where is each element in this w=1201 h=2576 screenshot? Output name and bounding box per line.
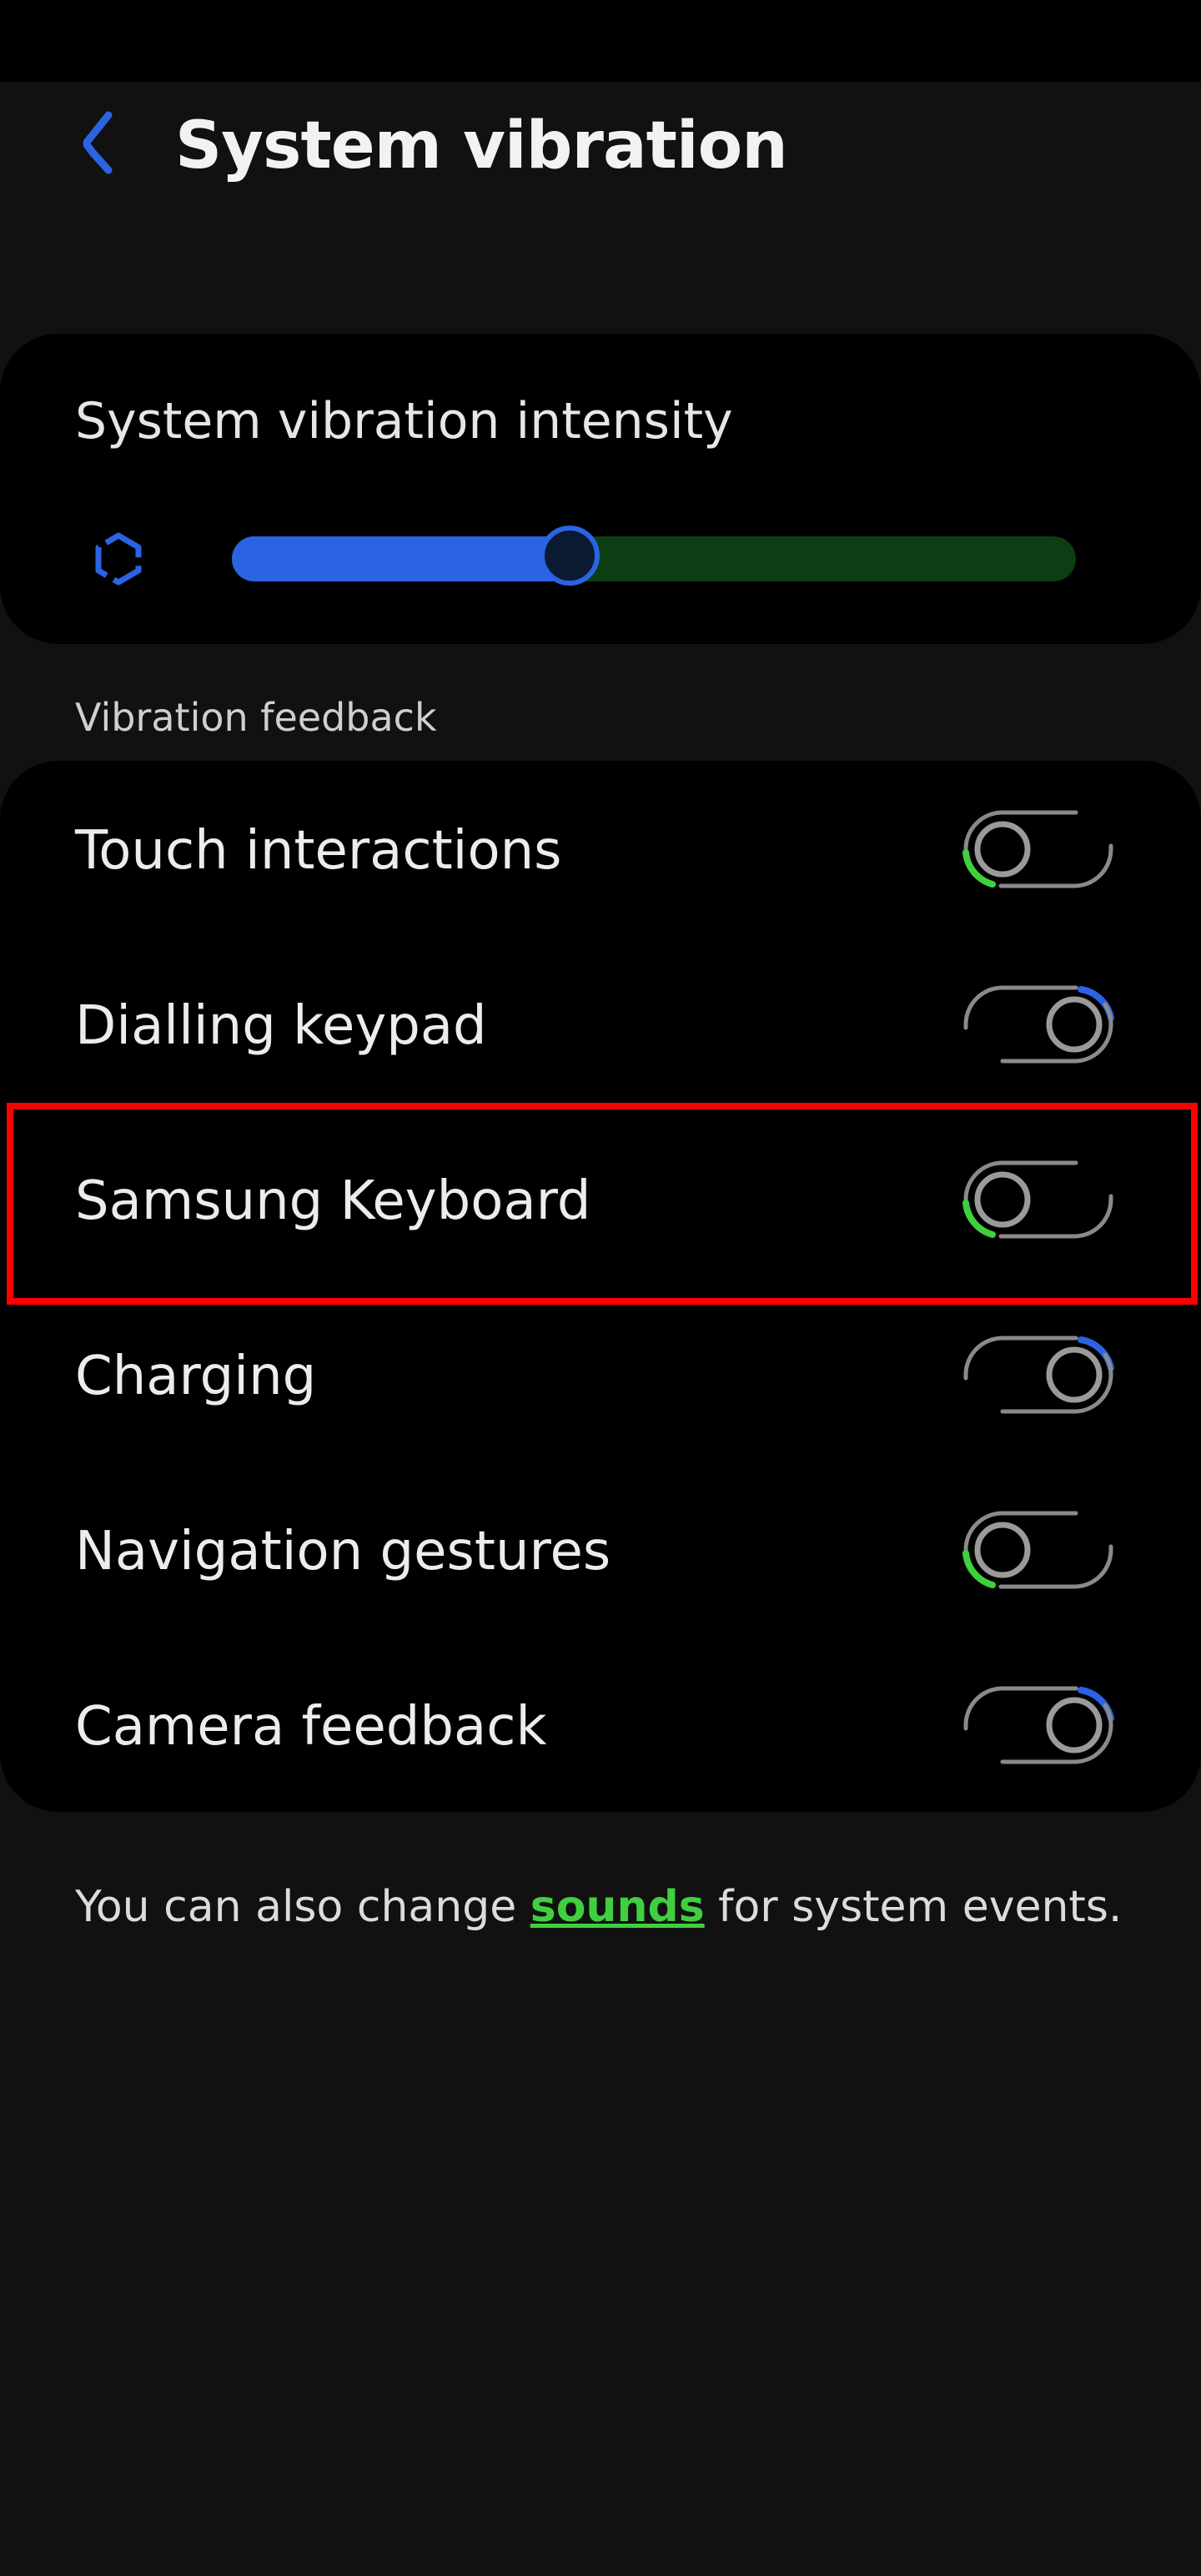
intensity-card: System vibration intensity xyxy=(0,334,1201,644)
section-label-vibration-feedback: Vibration feedback xyxy=(75,695,437,740)
page-title: System vibration xyxy=(175,108,788,184)
back-chevron-icon xyxy=(83,111,113,174)
row-dialling-keypad[interactable]: Dialling keypad xyxy=(0,936,1201,1111)
back-button[interactable] xyxy=(58,100,142,184)
footer-note: You can also change sounds for system ev… xyxy=(75,1880,1122,1934)
toggle-switch[interactable] xyxy=(959,1158,1118,1241)
vibration-hexagon-icon xyxy=(95,532,142,586)
row-navigation-gestures[interactable]: Navigation gestures xyxy=(0,1462,1201,1637)
toggle-knob xyxy=(1046,1346,1103,1403)
row-camera-feedback[interactable]: Camera feedback xyxy=(0,1637,1201,1812)
footer-suffix: for system events. xyxy=(704,1882,1123,1932)
toggle-switch[interactable] xyxy=(959,1683,1118,1767)
status-bar xyxy=(0,0,1201,82)
toggle-switch[interactable] xyxy=(959,1508,1118,1592)
row-label: Camera feedback xyxy=(75,1696,547,1758)
intensity-title: System vibration intensity xyxy=(75,392,733,450)
row-touch-interactions[interactable]: Touch interactions xyxy=(0,761,1201,936)
slider-fill xyxy=(232,536,570,581)
toggle-knob xyxy=(1046,996,1103,1053)
row-samsung-keyboard[interactable]: Samsung Keyboard xyxy=(0,1111,1201,1286)
row-charging[interactable]: Charging xyxy=(0,1286,1201,1462)
footer-prefix: You can also change xyxy=(75,1882,530,1932)
row-label: Dialling keypad xyxy=(75,995,487,1057)
slider-thumb[interactable] xyxy=(540,526,600,586)
toggle-knob xyxy=(974,821,1031,878)
feedback-card: Touch interactions Dialling keypad Samsu… xyxy=(0,761,1201,1812)
toggle-knob xyxy=(974,1171,1031,1228)
toggle-knob xyxy=(1046,1697,1103,1753)
row-label: Navigation gestures xyxy=(75,1521,611,1582)
toggle-knob xyxy=(974,1522,1031,1578)
row-label: Charging xyxy=(75,1346,317,1407)
toggle-switch[interactable] xyxy=(959,808,1118,891)
toggle-switch[interactable] xyxy=(959,1333,1118,1416)
row-label: Samsung Keyboard xyxy=(75,1170,591,1232)
sounds-link[interactable]: sounds xyxy=(530,1882,705,1932)
row-label: Touch interactions xyxy=(75,820,562,882)
toggle-switch[interactable] xyxy=(959,983,1118,1066)
intensity-slider[interactable] xyxy=(232,526,1076,586)
